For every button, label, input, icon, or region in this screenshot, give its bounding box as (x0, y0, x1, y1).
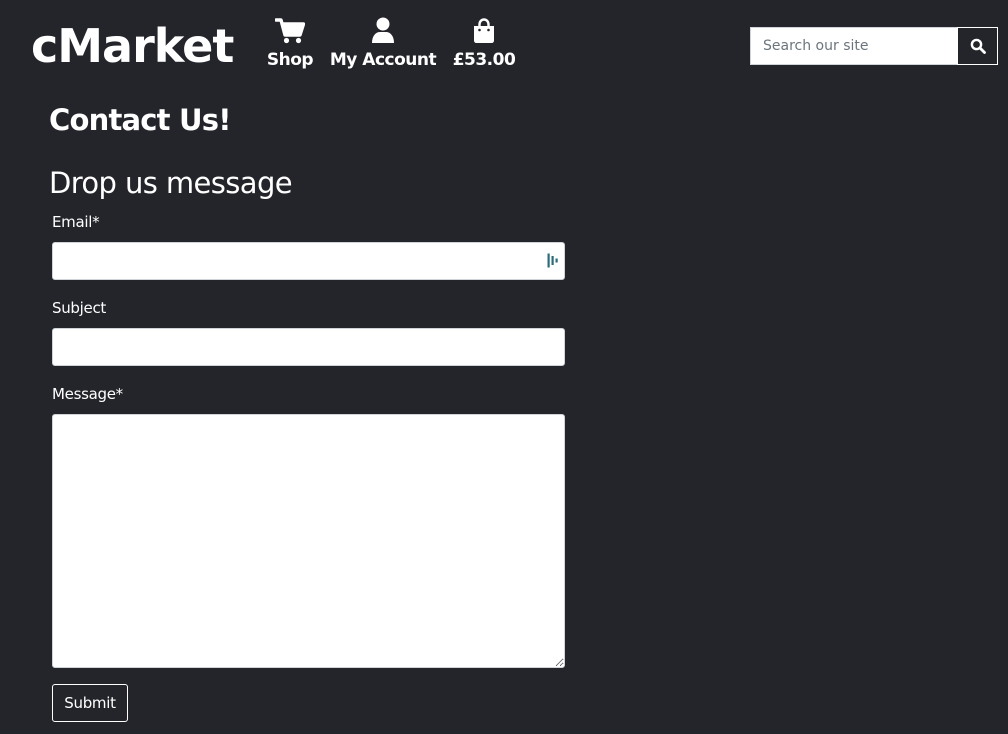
shopping-cart-icon (275, 16, 305, 44)
user-icon (371, 16, 395, 44)
search-input[interactable] (750, 27, 957, 65)
subject-label: Subject (52, 299, 106, 317)
nav-shop-link[interactable]: Shop (266, 16, 314, 70)
nav-shop-label: Shop (266, 50, 314, 70)
message-field[interactable] (52, 414, 565, 668)
page: cMarket Shop My Account £53.00 Search ou… (0, 0, 1008, 734)
nav-basket-link[interactable]: £53.00 (452, 16, 516, 70)
nav-account-link[interactable]: My Account (329, 16, 437, 70)
email-label: Email* (52, 213, 100, 231)
page-title: Contact Us! (49, 103, 231, 137)
nav-account-label: My Account (329, 50, 437, 70)
contact-form-heading: Drop us message (49, 166, 293, 200)
site-logo[interactable]: cMarket (31, 18, 234, 74)
shopping-bag-icon (472, 16, 496, 44)
search-button[interactable] (957, 27, 998, 65)
submit-button[interactable]: Submit (52, 684, 128, 722)
password-manager-icon[interactable] (547, 253, 559, 268)
search-form (750, 27, 998, 65)
message-label: Message* (52, 385, 123, 403)
search-icon (970, 38, 986, 54)
subject-field[interactable] (52, 328, 565, 366)
email-field[interactable] (52, 242, 565, 280)
basket-total: £53.00 (452, 50, 516, 70)
